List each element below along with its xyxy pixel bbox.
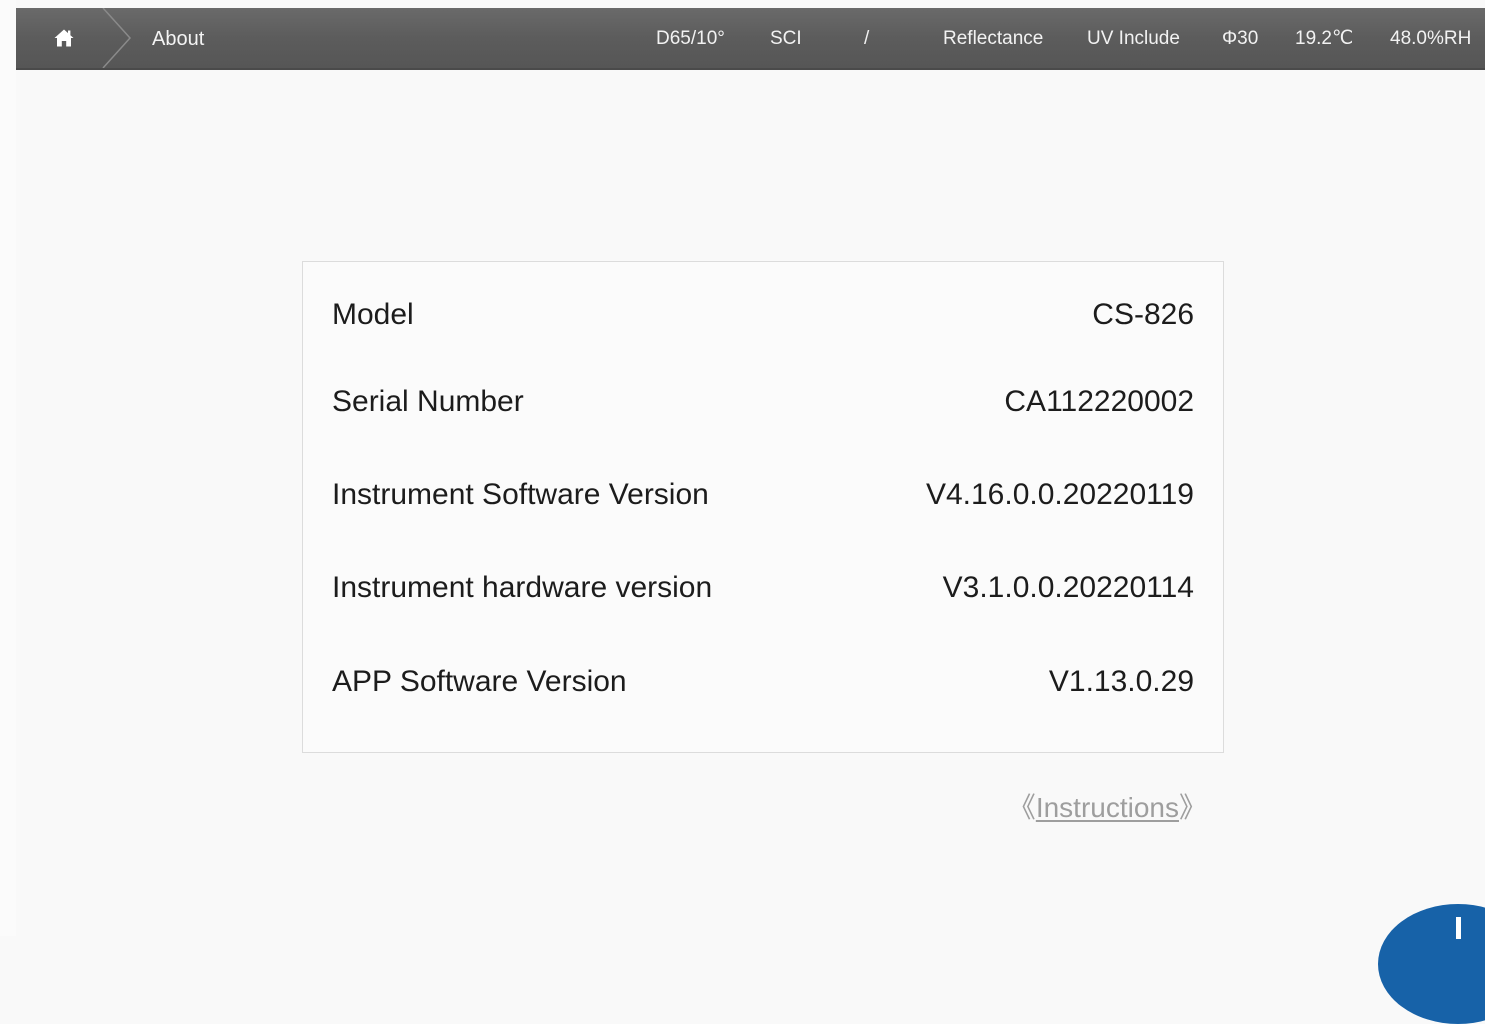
status-measurement[interactable]: Reflectance bbox=[943, 8, 1043, 68]
info-label: Model bbox=[332, 298, 414, 331]
info-row-model: Model CS-826 bbox=[332, 295, 1194, 335]
instructions-label: Instructions bbox=[1035, 792, 1179, 823]
info-row-app-software-version: APP Software Version V1.13.0.29 bbox=[332, 662, 1194, 702]
info-label: Instrument Software Version bbox=[332, 478, 709, 511]
status-uv[interactable]: UV Include bbox=[1087, 8, 1180, 68]
instructions-close-bracket: 》 bbox=[1178, 792, 1207, 823]
info-value: V3.1.0.0.20220114 bbox=[942, 571, 1194, 604]
instructions-link[interactable]: 《Instructions》 bbox=[1008, 786, 1207, 826]
info-value: CA112220002 bbox=[1004, 385, 1194, 418]
status-mode[interactable]: SCI bbox=[770, 8, 802, 68]
status-humidity: 48.0%RH bbox=[1390, 28, 1472, 49]
info-row-serial-number: Serial Number CA112220002 bbox=[332, 382, 1194, 422]
info-label: APP Software Version bbox=[332, 665, 627, 698]
info-value: CS-826 bbox=[1092, 298, 1194, 331]
instructions-open-bracket: 《 bbox=[1007, 792, 1036, 823]
info-label: Serial Number bbox=[332, 385, 524, 418]
status-aperture[interactable]: Φ30 bbox=[1222, 8, 1258, 68]
status-divider: / bbox=[864, 28, 870, 49]
home-icon bbox=[54, 29, 74, 47]
info-row-instrument-software-version: Instrument Software Version V4.16.0.0.20… bbox=[332, 475, 1194, 515]
status-illuminant[interactable]: D65/10° bbox=[656, 8, 725, 68]
top-bar: About D65/10° SCI / Reflectance UV Inclu… bbox=[16, 8, 1485, 70]
breadcrumb-separator-icon bbox=[102, 8, 132, 68]
breadcrumb-about[interactable]: About bbox=[152, 8, 204, 68]
floating-action-button[interactable] bbox=[1378, 904, 1485, 1024]
status-temperature: 19.2℃ bbox=[1295, 28, 1354, 49]
info-value: V1.13.0.29 bbox=[1048, 665, 1194, 698]
left-edge-strip bbox=[0, 0, 16, 936]
about-info-card: Model CS-826 Serial Number CA112220002 I… bbox=[302, 261, 1224, 753]
info-label: Instrument hardware version bbox=[332, 571, 713, 604]
info-value: V4.16.0.0.20220119 bbox=[925, 478, 1194, 511]
info-row-instrument-hardware-version: Instrument hardware version V3.1.0.0.202… bbox=[332, 568, 1194, 608]
breadcrumb-label: About bbox=[152, 28, 205, 50]
